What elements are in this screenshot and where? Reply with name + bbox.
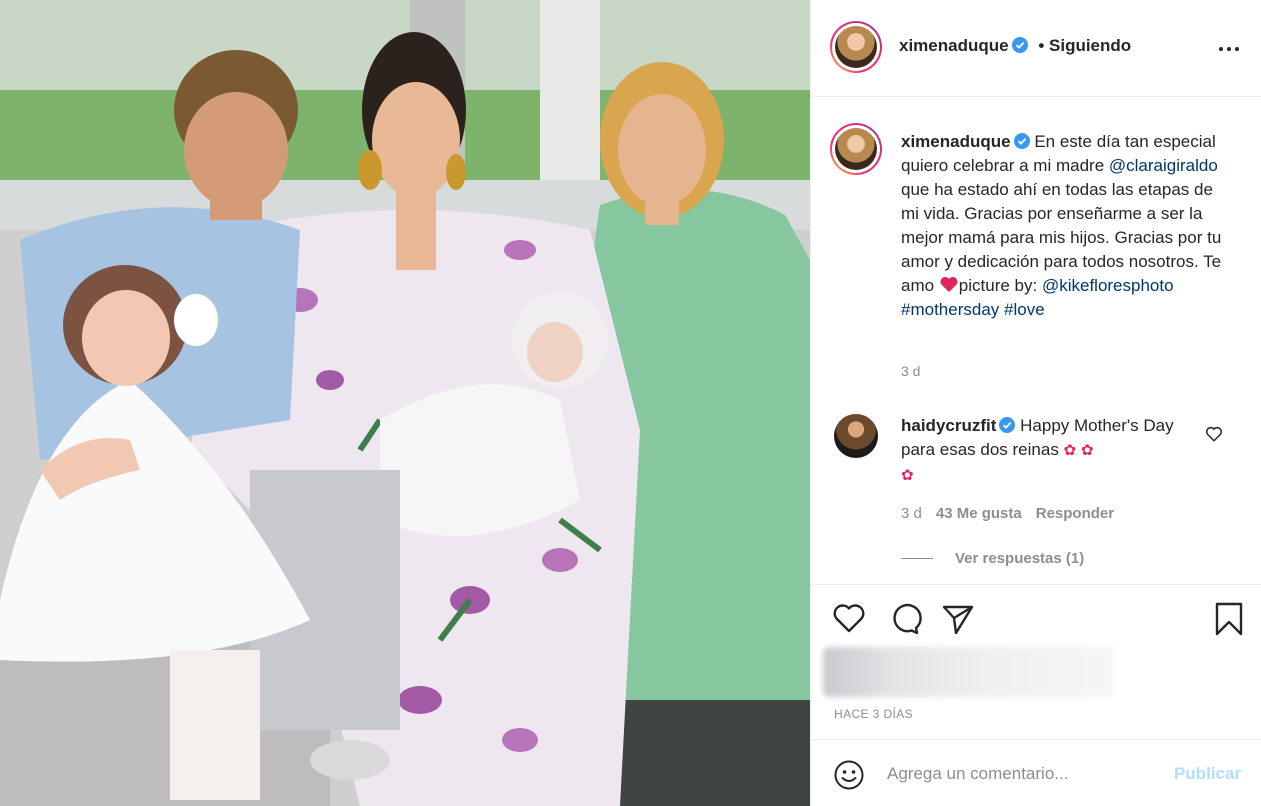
comment-text: haidycruzfit Happy Mother's Day para esa… xyxy=(901,414,1201,488)
flower-emoji-icon: ✿ xyxy=(1063,442,1077,459)
reply-button[interactable]: Responder xyxy=(1036,505,1114,522)
add-comment-bar: Publicar xyxy=(811,739,1261,806)
author-info: ximenaduque • Siguiendo xyxy=(899,36,1131,56)
caption-username[interactable]: ximenaduque xyxy=(901,132,1011,151)
view-replies-label: Ver respuestas (1) xyxy=(955,550,1085,567)
hashtag-link[interactable]: #love xyxy=(1004,300,1045,319)
replies-divider xyxy=(901,558,933,559)
emoji-smiley-icon[interactable] xyxy=(833,759,865,791)
caption-text: ximenaduque En este día tan especial qui… xyxy=(901,130,1231,322)
post-date[interactable]: HACE 3 DÍAS xyxy=(834,707,913,721)
comment-like-heart-icon[interactable] xyxy=(1205,425,1223,443)
comment-timestamp[interactable]: 3 d xyxy=(901,505,922,522)
caption-body-3: picture by: xyxy=(958,276,1042,295)
verified-badge-icon xyxy=(999,417,1016,433)
post-header: ximenaduque • Siguiendo xyxy=(811,0,1261,97)
post-photo[interactable] xyxy=(0,0,810,806)
view-replies-button[interactable]: Ver respuestas (1) xyxy=(901,550,1084,567)
family-portrait-image xyxy=(0,0,810,806)
bookmark-icon[interactable] xyxy=(1211,601,1247,637)
mention-link[interactable]: @claraigiraldo xyxy=(1109,156,1218,175)
post-details-panel: ximenaduque • Siguiendo ximenaduque En e… xyxy=(810,0,1261,806)
flower-emoji-icon: ✿ xyxy=(901,467,914,484)
author-avatar[interactable] xyxy=(830,21,882,73)
hashtag-link[interactable]: #mothersday xyxy=(901,300,999,319)
author-username[interactable]: ximenaduque xyxy=(899,36,1009,55)
caption-timestamp[interactable]: 3 d xyxy=(901,363,920,379)
red-heart-emoji-icon xyxy=(940,276,958,293)
comment-bubble-icon[interactable] xyxy=(886,601,922,637)
caption-author-avatar[interactable] xyxy=(830,123,882,175)
comment-meta: 3 d 43 Me gusta Responder xyxy=(901,505,1114,522)
more-options-icon[interactable] xyxy=(1219,40,1243,58)
publish-button[interactable]: Publicar xyxy=(1174,764,1241,784)
paper-plane-icon[interactable] xyxy=(940,601,976,637)
commenter-avatar[interactable] xyxy=(834,414,878,458)
comment-likes-count[interactable]: 43 Me gusta xyxy=(936,505,1022,522)
verified-badge-icon xyxy=(1011,37,1028,53)
follow-status-button[interactable]: • Siguiendo xyxy=(1038,36,1131,55)
heart-icon[interactable] xyxy=(831,601,867,637)
flower-emoji-icon: ✿ xyxy=(1080,442,1094,459)
verified-badge-icon xyxy=(1013,133,1030,149)
likes-summary-blurred[interactable] xyxy=(823,647,1113,697)
mention-link[interactable]: @kikefloresphoto xyxy=(1042,276,1174,295)
commenter-username[interactable]: haidycruzfit xyxy=(901,416,996,435)
comment-input[interactable] xyxy=(887,759,1157,789)
post-actions-section: HACE 3 DÍAS Publicar xyxy=(811,584,1261,806)
